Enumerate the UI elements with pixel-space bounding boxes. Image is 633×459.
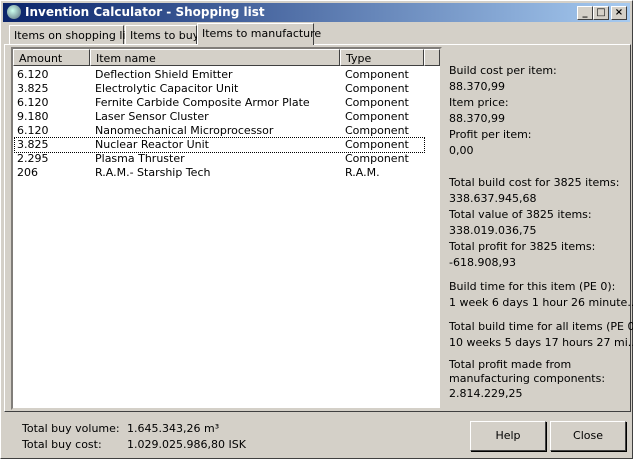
cell-amount: 3.825 <box>17 138 49 151</box>
app-icon <box>7 5 21 19</box>
cell-amount: 6.120 <box>17 68 49 81</box>
column-header-type[interactable]: Type <box>340 49 424 66</box>
cell-name: Electrolytic Capacitor Unit <box>95 82 239 95</box>
table-row[interactable]: 206 R.A.M.- Starship Tech R.A.M. <box>15 166 424 180</box>
help-button[interactable]: Help <box>470 421 546 451</box>
table-row[interactable]: 2.295 Plasma Thruster Component <box>15 152 424 166</box>
comp-profit-label-2: manufacturing components: <box>449 372 606 385</box>
buy-volume-label: Total buy volume: <box>22 422 120 435</box>
total-build-value: 338.637.945,68 <box>449 192 537 205</box>
minimize-button[interactable]: _ <box>577 6 593 20</box>
window-title: Invention Calculator - Shopping list <box>25 5 265 19</box>
cell-amount: 6.120 <box>17 96 49 109</box>
cell-type: Component <box>345 124 409 137</box>
table-row[interactable]: 6.120 Deflection Shield Emitter Component <box>15 68 424 82</box>
column-header-item-name[interactable]: Item name <box>90 49 340 66</box>
buy-cost-label: Total buy cost: <box>22 438 102 451</box>
title-bar: Invention Calculator - Shopping list _ □… <box>3 3 630 22</box>
cell-amount: 206 <box>17 166 38 179</box>
cell-name: Nuclear Reactor Unit <box>95 138 209 151</box>
cell-type: R.A.M. <box>345 166 380 179</box>
cell-name: R.A.M.- Starship Tech <box>95 166 211 179</box>
cell-name: Deflection Shield Emitter <box>95 68 233 81</box>
table-row[interactable]: 6.120 Fernite Carbide Composite Armor Pla… <box>15 96 424 110</box>
tab-items-to-buy[interactable]: Items to buy <box>125 25 199 45</box>
total-build-label: Total build cost for 3825 items: <box>449 176 620 189</box>
cell-name: Nanomechanical Microprocessor <box>95 124 274 137</box>
cell-type: Component <box>345 68 409 81</box>
build-cost-value: 88.370,99 <box>449 80 505 93</box>
maximize-button[interactable]: □ <box>593 6 609 20</box>
total-time-value: 10 weeks 5 days 17 hours 27 mi... <box>449 336 633 349</box>
total-time-label: Total build time for all items (PE 0): <box>449 320 633 333</box>
table-row[interactable]: 3.825 Nuclear Reactor Unit Component <box>14 137 425 153</box>
cell-name: Laser Sensor Cluster <box>95 110 209 123</box>
window: Invention Calculator - Shopping list _ □… <box>0 0 633 459</box>
cell-type: Component <box>345 110 409 123</box>
profit-label: Profit per item: <box>449 128 532 141</box>
cell-amount: 2.295 <box>17 152 49 165</box>
total-value-value: 338.019.036,75 <box>449 224 537 237</box>
profit-value: 0,00 <box>449 144 474 157</box>
total-profit-value: -618.908,93 <box>449 256 516 269</box>
total-profit-label: Total profit for 3825 items: <box>449 240 596 253</box>
build-time-value: 1 week 6 days 1 hour 26 minute... <box>449 296 633 309</box>
comp-profit-label-1: Total profit made from <box>449 358 572 371</box>
cell-amount: 3.825 <box>17 82 49 95</box>
total-value-label: Total value of 3825 items: <box>449 208 592 221</box>
item-price-label: Item price: <box>449 96 509 109</box>
close-button[interactable]: Close <box>550 421 626 451</box>
build-cost-label: Build cost per item: <box>449 64 557 77</box>
cell-name: Fernite Carbide Composite Armor Plate <box>95 96 310 109</box>
table-row[interactable]: 3.825 Electrolytic Capacitor Unit Componen… <box>15 82 424 96</box>
table-row[interactable]: 9.180 Laser Sensor Cluster Component <box>15 110 424 124</box>
cell-amount: 6.120 <box>17 124 49 137</box>
tab-items-on-shopping-list[interactable]: Items on shopping list <box>9 25 136 45</box>
cell-type: Component <box>345 82 409 95</box>
cell-type: Component <box>345 152 409 165</box>
close-window-button[interactable]: × <box>611 6 627 20</box>
cell-amount: 9.180 <box>17 110 49 123</box>
table-row[interactable]: 6.120 Nanomechanical Microprocessor Compon… <box>15 124 424 138</box>
manufacture-list[interactable]: Amount Item name Type 6.120 Deflection Sh… <box>11 47 442 410</box>
column-header-filler <box>424 49 440 66</box>
item-price-value: 88.370,99 <box>449 112 505 125</box>
cell-type: Component <box>345 96 409 109</box>
column-header-amount[interactable]: Amount <box>13 49 90 66</box>
buy-volume-value: 1.645.343,26 m³ <box>127 422 220 435</box>
cell-type: Component <box>345 138 409 151</box>
tab-items-to-manufacture[interactable]: Items to manufacture <box>197 23 321 45</box>
build-time-label: Build time for this item (PE 0): <box>449 280 616 293</box>
cell-name: Plasma Thruster <box>95 152 185 165</box>
buy-cost-value: 1.029.025.986,80 ISK <box>127 438 246 451</box>
comp-profit-value: 2.814.229,25 <box>449 387 523 400</box>
